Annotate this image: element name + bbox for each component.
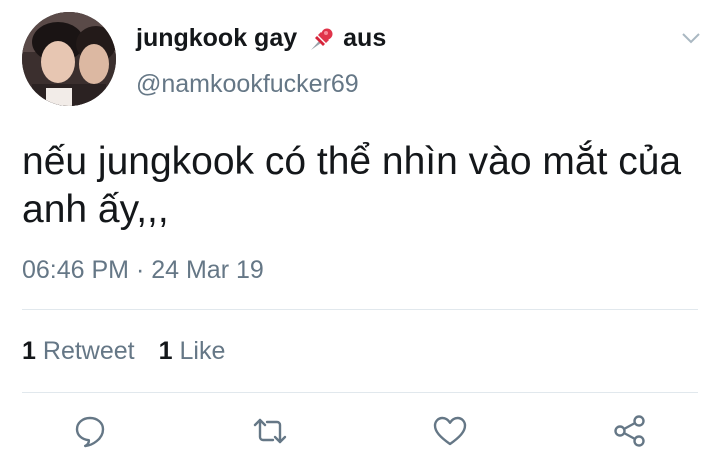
reply-icon[interactable] bbox=[72, 413, 108, 449]
display-name-text: jungkook gay bbox=[136, 24, 298, 52]
pushpin-icon bbox=[307, 26, 335, 52]
tweet-text: nếu jungkook có thể nhìn vào mắt của anh… bbox=[22, 140, 682, 231]
like-stat[interactable]: 1 Like bbox=[159, 337, 226, 366]
chevron-down-icon[interactable] bbox=[679, 29, 703, 47]
divider bbox=[22, 392, 698, 393]
retweet-label: Retweet bbox=[42, 337, 135, 365]
retweet-stat[interactable]: 1 Retweet bbox=[22, 337, 135, 366]
like-icon[interactable] bbox=[432, 413, 468, 449]
share-icon[interactable] bbox=[612, 413, 648, 449]
like-count: 1 bbox=[158, 337, 173, 365]
retweet-count: 1 bbox=[22, 337, 36, 365]
retweet-icon[interactable] bbox=[252, 413, 288, 449]
like-label: Like bbox=[179, 337, 226, 365]
tweet-timestamp[interactable]: 06:46 PM · 24 Mar 19 bbox=[22, 256, 264, 285]
display-name[interactable]: jungkook gay aus bbox=[136, 24, 386, 53]
user-handle[interactable]: @namkookfucker69 bbox=[136, 70, 359, 99]
display-name-suffix: aus bbox=[343, 24, 387, 52]
divider bbox=[22, 309, 698, 310]
tweet-stats: 1 Retweet 1 Like bbox=[22, 337, 249, 366]
avatar[interactable] bbox=[22, 12, 116, 106]
